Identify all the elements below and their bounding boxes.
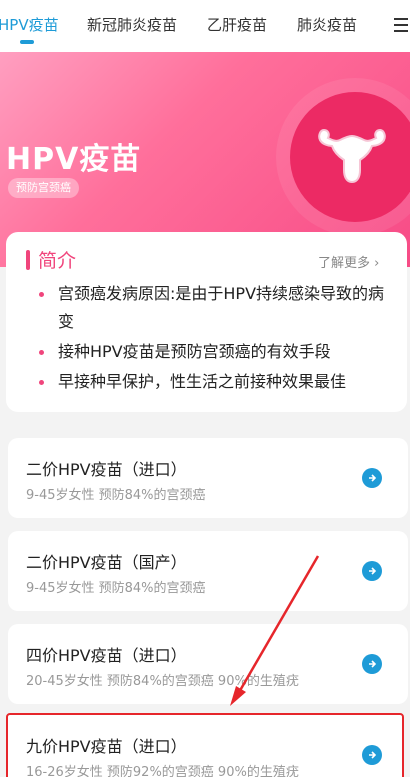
vaccine-name: 四价HPV疫苗（进口） (26, 646, 187, 665)
top-tab-bar: HPV疫苗 新冠肺炎疫苗 乙肝疫苗 肺炎疫苗 (0, 0, 410, 52)
tab-hpv[interactable]: HPV疫苗 (0, 14, 59, 35)
intro-accent-bar (26, 250, 30, 270)
vaccine-name: 九价HPV疫苗（进口） (26, 737, 187, 756)
vaccine-card-quadrivalent[interactable]: 四价HPV疫苗（进口） 20-45岁女性 预防84%的宫颈癌 90%的生殖疣 (8, 624, 408, 704)
arrow-right-icon[interactable] (362, 468, 382, 488)
vaccine-name: 二价HPV疫苗（国产） (26, 553, 187, 572)
vaccine-desc: 20-45岁女性 预防84%的宫颈癌 90%的生殖疣 (26, 674, 299, 689)
uterus-icon (290, 92, 410, 222)
vaccine-desc: 9-45岁女性 预防84%的宫颈癌 (26, 488, 206, 503)
learn-more-label: 了解更多 (318, 256, 371, 271)
vaccine-card-nonavalent[interactable]: 九价HPV疫苗（进口） 16-26岁女性 预防92%的宫颈癌 90%的生殖疣 (6, 713, 404, 777)
intro-bullet-2: 接种HPV疫苗是预防宫颈癌的有效手段 (36, 338, 396, 366)
arrow-right-icon[interactable] (362, 561, 382, 581)
intro-card: 简介 了解更多 › 宫颈癌发病原因:是由于HPV持续感染导致的病变 接种HPV疫… (6, 232, 407, 412)
hero-title: HPV疫苗 (6, 142, 142, 177)
menu-icon[interactable] (394, 18, 410, 34)
learn-more-link[interactable]: 了解更多 › (318, 252, 379, 271)
intro-bullet-3: 早接种早保护，性生活之前接种效果最佳 (36, 368, 396, 396)
arrow-right-icon[interactable] (362, 745, 382, 765)
vaccine-name: 二价HPV疫苗（进口） (26, 460, 187, 479)
vaccine-desc: 9-45岁女性 预防84%的宫颈癌 (26, 581, 206, 596)
tab-covid[interactable]: 新冠肺炎疫苗 (87, 14, 177, 35)
tab-active-indicator (20, 40, 34, 44)
tab-hepatitis-b[interactable]: 乙肝疫苗 (207, 14, 267, 35)
arrow-right-icon[interactable] (362, 654, 382, 674)
vaccine-card-bivalent-imported[interactable]: 二价HPV疫苗（进口） 9-45岁女性 预防84%的宫颈癌 (8, 438, 408, 518)
tab-pneumonia[interactable]: 肺炎疫苗 (297, 14, 357, 35)
chevron-right-icon: › (374, 256, 380, 271)
intro-title: 简介 (38, 250, 77, 272)
vaccine-desc: 16-26岁女性 预防92%的宫颈癌 90%的生殖疣 (26, 765, 299, 777)
hero-badge: 预防宫颈癌 (8, 178, 79, 198)
intro-bullet-list: 宫颈癌发病原因:是由于HPV持续感染导致的病变 接种HPV疫苗是预防宫颈癌的有效… (36, 280, 396, 396)
intro-bullet-1: 宫颈癌发病原因:是由于HPV持续感染导致的病变 (36, 280, 396, 336)
vaccine-card-bivalent-domestic[interactable]: 二价HPV疫苗（国产） 9-45岁女性 预防84%的宫颈癌 (8, 531, 408, 611)
